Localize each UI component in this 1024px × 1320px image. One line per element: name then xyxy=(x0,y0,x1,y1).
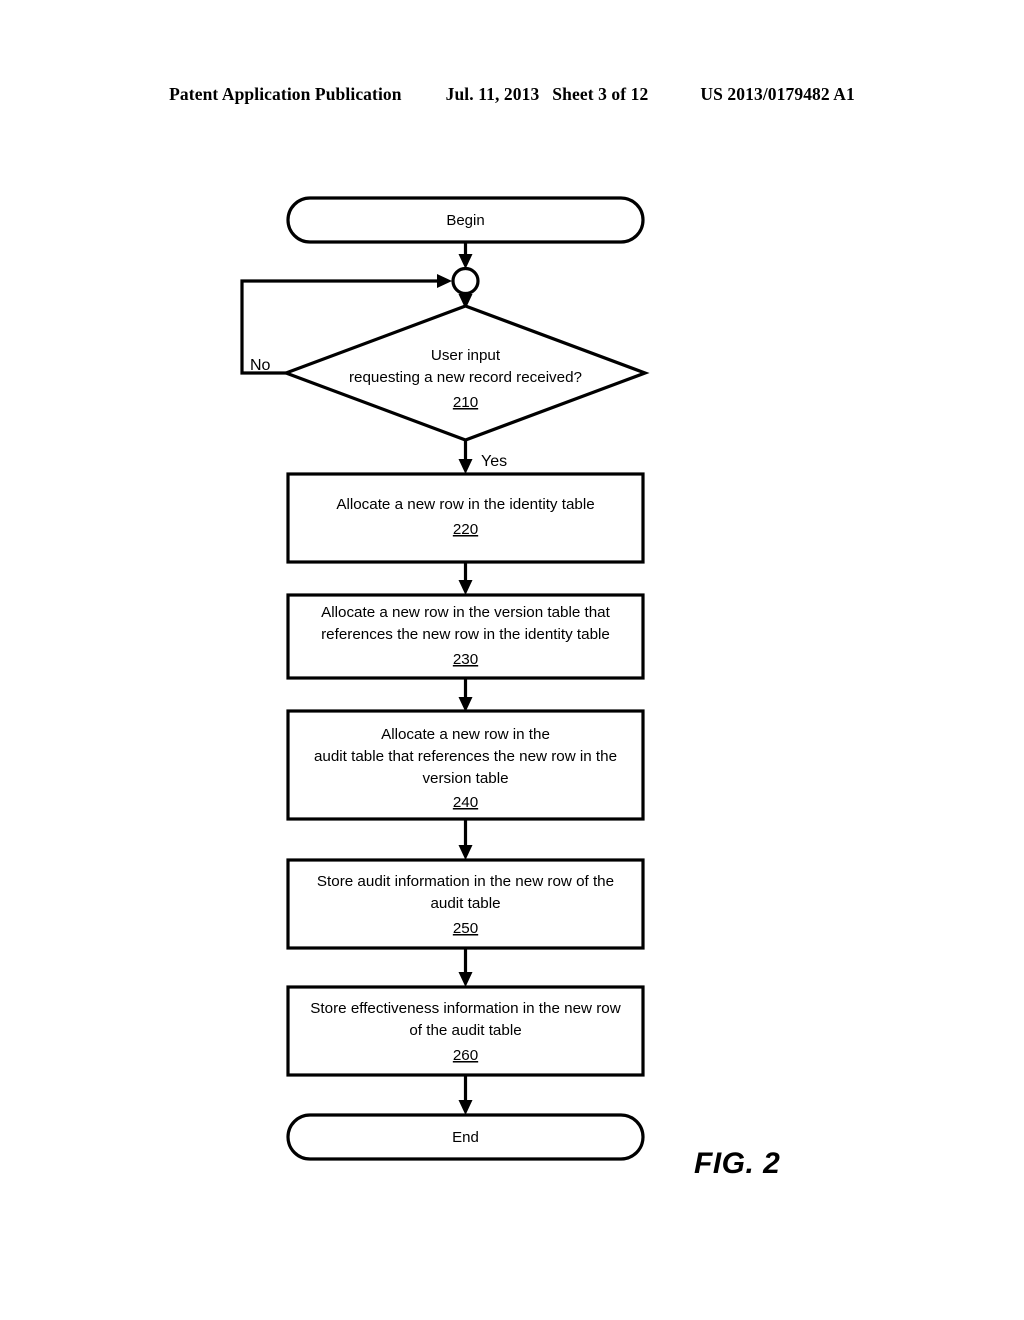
process-240-line-2: audit table that references the new row … xyxy=(314,748,617,765)
branch-label-no: No xyxy=(250,357,271,374)
node-process-220: Allocate a new row in the identity table… xyxy=(286,472,645,564)
decision-210-line-2: requesting a new record received? xyxy=(349,369,582,386)
process-260-line-1: Store effectiveness information in the n… xyxy=(310,1000,620,1017)
arrow-head-icon xyxy=(458,459,473,474)
arrow-head-icon xyxy=(458,580,473,595)
node-decision-210: User input requesting a new record recei… xyxy=(281,304,650,442)
connector-220-to-230 xyxy=(458,562,473,595)
decision-210-line-1: User input xyxy=(431,347,501,364)
process-230-line-1: Allocate a new row in the version table … xyxy=(321,604,611,621)
process-230-line-2: references the new row in the identity t… xyxy=(321,626,610,643)
process-250-line-1: Store audit information in the new row o… xyxy=(317,873,614,890)
figure-caption: FIG. 2 xyxy=(694,1147,781,1180)
flowchart-figure: Begin User input requesting a new record… xyxy=(240,196,650,1161)
connector-yes-to-220 xyxy=(458,440,473,474)
node-process-260: Store effectiveness information in the n… xyxy=(286,985,645,1077)
process-250-line-2: audit table xyxy=(430,895,500,912)
arrow-head-icon xyxy=(458,254,473,269)
connector-begin-to-junction xyxy=(458,242,473,269)
arrow-head-icon xyxy=(437,274,452,288)
connector-260-to-end xyxy=(458,1075,473,1115)
node-process-250: Store audit information in the new row o… xyxy=(286,858,645,950)
arrow-head-icon xyxy=(458,972,473,987)
process-260-line-2: of the audit table xyxy=(409,1022,521,1039)
node-process-230: Allocate a new row in the version table … xyxy=(286,593,645,680)
process-230-ref: 230 xyxy=(453,651,478,668)
decision-210-ref: 210 xyxy=(453,394,478,411)
connector-230-to-240 xyxy=(458,678,473,712)
node-begin: Begin xyxy=(286,196,645,244)
arrow-head-icon xyxy=(458,845,473,860)
process-250-ref: 250 xyxy=(453,920,478,937)
process-220-ref: 220 xyxy=(453,521,478,538)
process-240-line-3: version table xyxy=(422,770,508,787)
process-220-line-1: Allocate a new row in the identity table xyxy=(336,496,594,513)
process-260-ref: 260 xyxy=(453,1047,478,1064)
connector-250-to-260 xyxy=(458,948,473,987)
node-end: End xyxy=(286,1113,645,1161)
node-junction-circle xyxy=(451,266,480,296)
node-process-240: Allocate a new row in the audit table th… xyxy=(286,709,645,821)
arrow-head-icon xyxy=(458,1100,473,1115)
end-label: End xyxy=(452,1129,479,1146)
process-240-ref: 240 xyxy=(453,794,478,811)
branch-label-yes: Yes xyxy=(481,453,507,470)
process-220-shape xyxy=(286,472,645,564)
process-240-line-1: Allocate a new row in the xyxy=(381,726,550,743)
connector-240-to-250 xyxy=(458,819,473,860)
begin-label: Begin xyxy=(446,212,484,229)
